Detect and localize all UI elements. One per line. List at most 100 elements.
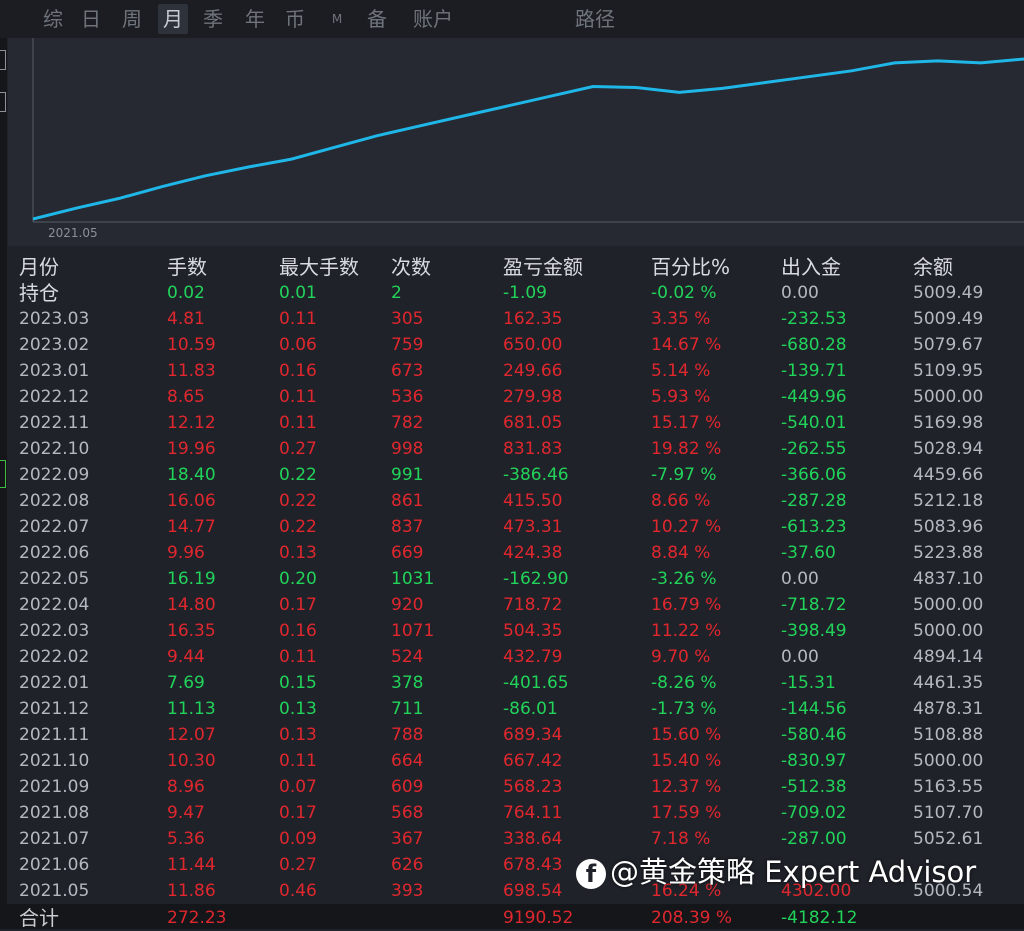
cell-lots: 16.35 [167,621,216,641]
cell-max_lots: 0.22 [279,491,317,511]
cell-flow: -232.53 [781,309,847,329]
cell-pnl: 689.34 [503,725,563,745]
cell-max_lots: 0.11 [279,751,317,771]
cell-flow: -287.00 [781,829,847,849]
cell-max_lots: 0.11 [279,387,317,407]
cell-count: 609 [391,777,424,797]
table-row: 2021.10 10.30 0.11 664 667.42 15.40 % -830.97 5… [0,748,1024,774]
cell-month: 2021.11 [19,725,90,745]
cell-flow: -830.97 [781,751,847,771]
cell-balance: 5079.67 [913,335,984,355]
cell-month: 2022.09 [19,465,90,485]
header-deposit-withdraw: 出入金 [781,255,841,279]
cell-pct: 19.82 % [651,439,722,459]
cell-lots: 5.36 [167,829,205,849]
cell-month: 2022.05 [19,569,90,589]
cell-balance: 4878.31 [913,699,984,719]
tab-6[interactable]: 币 [280,4,310,34]
tab-3[interactable]: 月 [158,4,188,34]
cell-pct: 9.70 % [651,647,711,667]
cell-month: 2022.03 [19,621,90,641]
table-row: 2022.06 9.96 0.13 669 424.38 8.84 % -37.60 5223… [0,540,1024,566]
cell-pct: -1.73 % [651,699,717,719]
cell-count: 305 [391,309,424,329]
cell-lots: 9.47 [167,803,205,823]
cell-month: 2021.10 [19,751,90,771]
cell-balance: 4894.14 [913,647,984,667]
cell-pnl: 764.11 [503,803,563,823]
tab-0[interactable]: 综 [38,4,68,34]
cell-month: 2022.06 [19,543,90,563]
cell-month: 2022.07 [19,517,90,537]
cell-pct: 17.59 % [651,803,722,823]
header-balance: 余额 [913,255,953,279]
cell-lots: 11.13 [167,699,216,719]
tab-10[interactable]: 路径 [570,4,620,34]
cell-count: 524 [391,647,424,667]
tab-1[interactable]: 日 [76,4,106,34]
table-row: 2021.09 8.96 0.07 609 568.23 12.37 % -512.38 51… [0,774,1024,800]
cell-count: 378 [391,673,424,693]
cell-count: 367 [391,829,424,849]
tab-2[interactable]: 周 [117,4,147,34]
equity-chart-canvas [32,38,1024,223]
cell-pnl: -86.01 [503,699,558,719]
header-lots: 手数 [167,255,207,279]
cell-pnl: 667.42 [503,751,563,771]
cell-lots: 7.69 [167,673,205,693]
cell-count: 837 [391,517,424,537]
table-row: 2021.07 5.36 0.09 367 338.64 7.18 % -287.00 505… [0,826,1024,852]
header-percent: 百分比% [651,255,731,279]
cell-count: 998 [391,439,424,459]
cell-month: 2021.05 [19,881,90,901]
cell-max_lots: 0.13 [279,699,317,719]
cell-pnl: 698.54 [503,881,563,901]
cell-month: 2021.08 [19,803,90,823]
cell-count: 393 [391,881,424,901]
cell-month: 2022.10 [19,439,90,459]
tab-7[interactable]: M [322,4,352,34]
cell-count: 536 [391,387,424,407]
cell-count: 788 [391,725,424,745]
table-row: 2021.11 12.07 0.13 788 689.34 15.60 % -580.46 5… [0,722,1024,748]
cell-pct: 11.22 % [651,621,722,641]
tab-4[interactable]: 季 [198,4,228,34]
cell-balance: 5000.00 [913,387,984,407]
table-row: 持仓 0.02 0.01 2 -1.09 -0.02 % 0.00 5009.49 [0,280,1024,306]
cell-flow: 0.00 [781,647,819,667]
cell-pct: 7.18 % [651,829,711,849]
cell-month: 2023.03 [19,309,90,329]
table-row: 2022.10 19.96 0.27 998 831.83 19.82 % -262.55 5… [0,436,1024,462]
cell-max_lots: 0.13 [279,725,317,745]
tab-5[interactable]: 年 [240,4,270,34]
cell-pct: 14.67 % [651,335,722,355]
total-deposit-withdraw: -4182.12 [781,908,858,928]
cell-max_lots: 0.27 [279,855,317,875]
cell-pct: 12.37 % [651,777,722,797]
cell-max_lots: 0.11 [279,413,317,433]
total-label: 合计 [19,906,59,930]
cell-month: 2021.09 [19,777,90,797]
cell-month: 2022.11 [19,413,90,433]
cell-balance: 5028.94 [913,439,984,459]
cell-balance: 5109.95 [913,361,984,381]
cell-pct: -7.97 % [651,465,717,485]
cell-month: 2021.06 [19,855,90,875]
tab-9[interactable]: 账户 [408,4,458,34]
cell-pct: 5.93 % [651,387,711,407]
cell-balance: 4461.35 [913,673,984,693]
cell-pnl: 718.72 [503,595,563,615]
cell-pnl: -162.90 [503,569,569,589]
cell-balance: 5163.55 [913,777,984,797]
cell-pct: -8.26 % [651,673,717,693]
tab-8[interactable]: 备 [362,4,392,34]
cell-pnl: -386.46 [503,465,569,485]
header-month: 月份 [19,255,59,279]
table-row: 2022.01 7.69 0.15 378 -401.65 -8.26 % -15.31 44… [0,670,1024,696]
cell-lots: 9.96 [167,543,205,563]
cell-pnl: 432.79 [503,647,563,667]
table-row: 2022.09 18.40 0.22 991 -386.46 -7.97 % -366.06… [0,462,1024,488]
cell-lots: 14.77 [167,517,216,537]
cell-lots: 11.44 [167,855,216,875]
cell-balance: 5000.00 [913,751,984,771]
